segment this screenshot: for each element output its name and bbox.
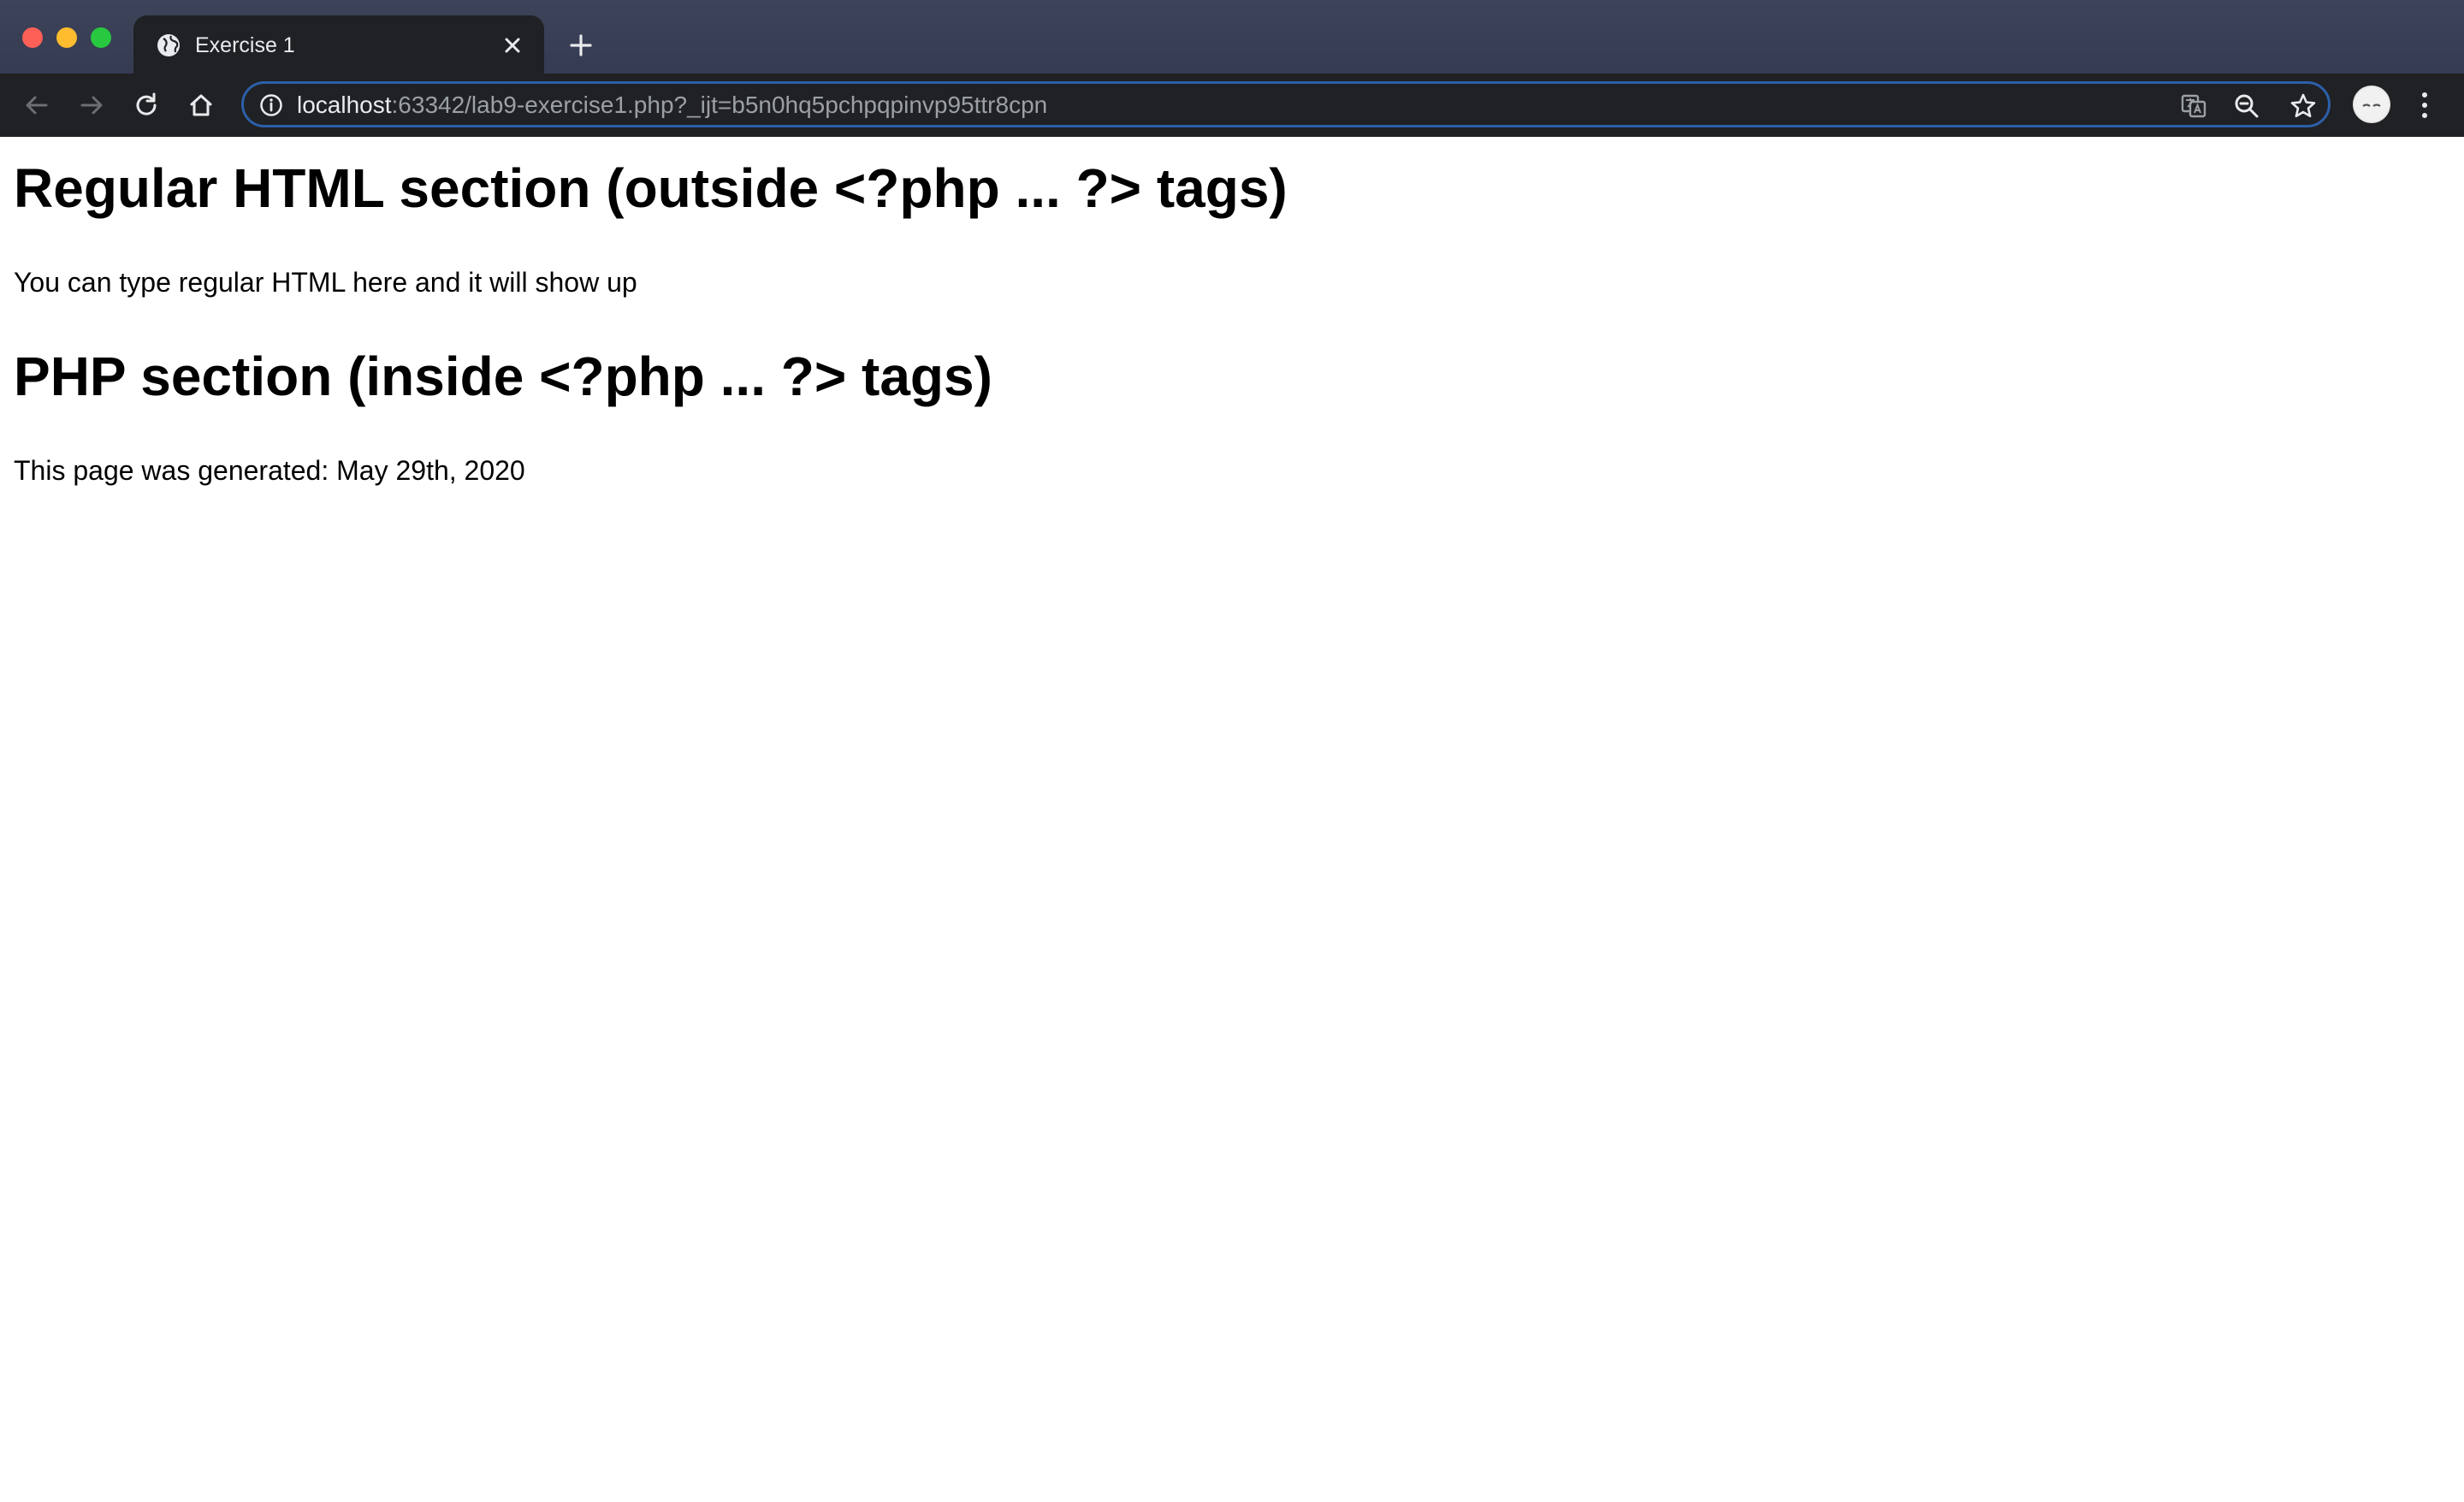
paragraph-regular-html: You can type regular HTML here and it wi… <box>14 267 637 298</box>
tab-exercise-1[interactable]: Exercise 1 <box>133 15 544 74</box>
avatar-face-icon <box>2354 87 2389 121</box>
window-maximize-button[interactable] <box>91 27 111 48</box>
tab-title: Exercise 1 <box>195 33 295 57</box>
star-icon[interactable] <box>2289 92 2318 121</box>
reload-icon[interactable] <box>132 91 161 120</box>
window-close-button[interactable] <box>22 27 43 48</box>
close-tab-icon[interactable] <box>500 33 525 58</box>
url-text[interactable]: localhost:63342/lab9-exercise1.php?_ijt=… <box>297 92 1047 119</box>
address-bar[interactable]: localhost:63342/lab9-exercise1.php?_ijt=… <box>241 81 2331 127</box>
zoom-icon[interactable] <box>2232 92 2261 121</box>
globe-icon <box>157 34 180 56</box>
url-path: :63342/lab9-exercise1.php?_ijt=b5n0hq5pc… <box>391 92 1048 118</box>
forward-arrow-icon[interactable] <box>77 91 106 120</box>
translate-icon[interactable] <box>2179 92 2208 121</box>
tab-strip: Exercise 1 <box>0 0 2464 74</box>
profile-avatar[interactable] <box>2353 86 2390 123</box>
window-minimize-button[interactable] <box>56 27 77 48</box>
new-tab-icon[interactable] <box>566 31 595 60</box>
browser-toolbar: localhost:63342/lab9-exercise1.php?_ijt=… <box>0 74 2464 137</box>
heading-regular-html: Regular HTML section (outside <?php ... … <box>14 157 1288 219</box>
back-arrow-icon[interactable] <box>22 91 51 120</box>
more-vertical-icon[interactable] <box>2416 89 2433 121</box>
heading-php-section: PHP section (inside <?php ... ?> tags) <box>14 346 992 407</box>
home-icon[interactable] <box>187 91 216 120</box>
paragraph-generated-date: This page was generated: May 29th, 2020 <box>14 455 525 486</box>
url-host: localhost <box>297 92 392 118</box>
site-info-icon[interactable] <box>259 93 283 117</box>
